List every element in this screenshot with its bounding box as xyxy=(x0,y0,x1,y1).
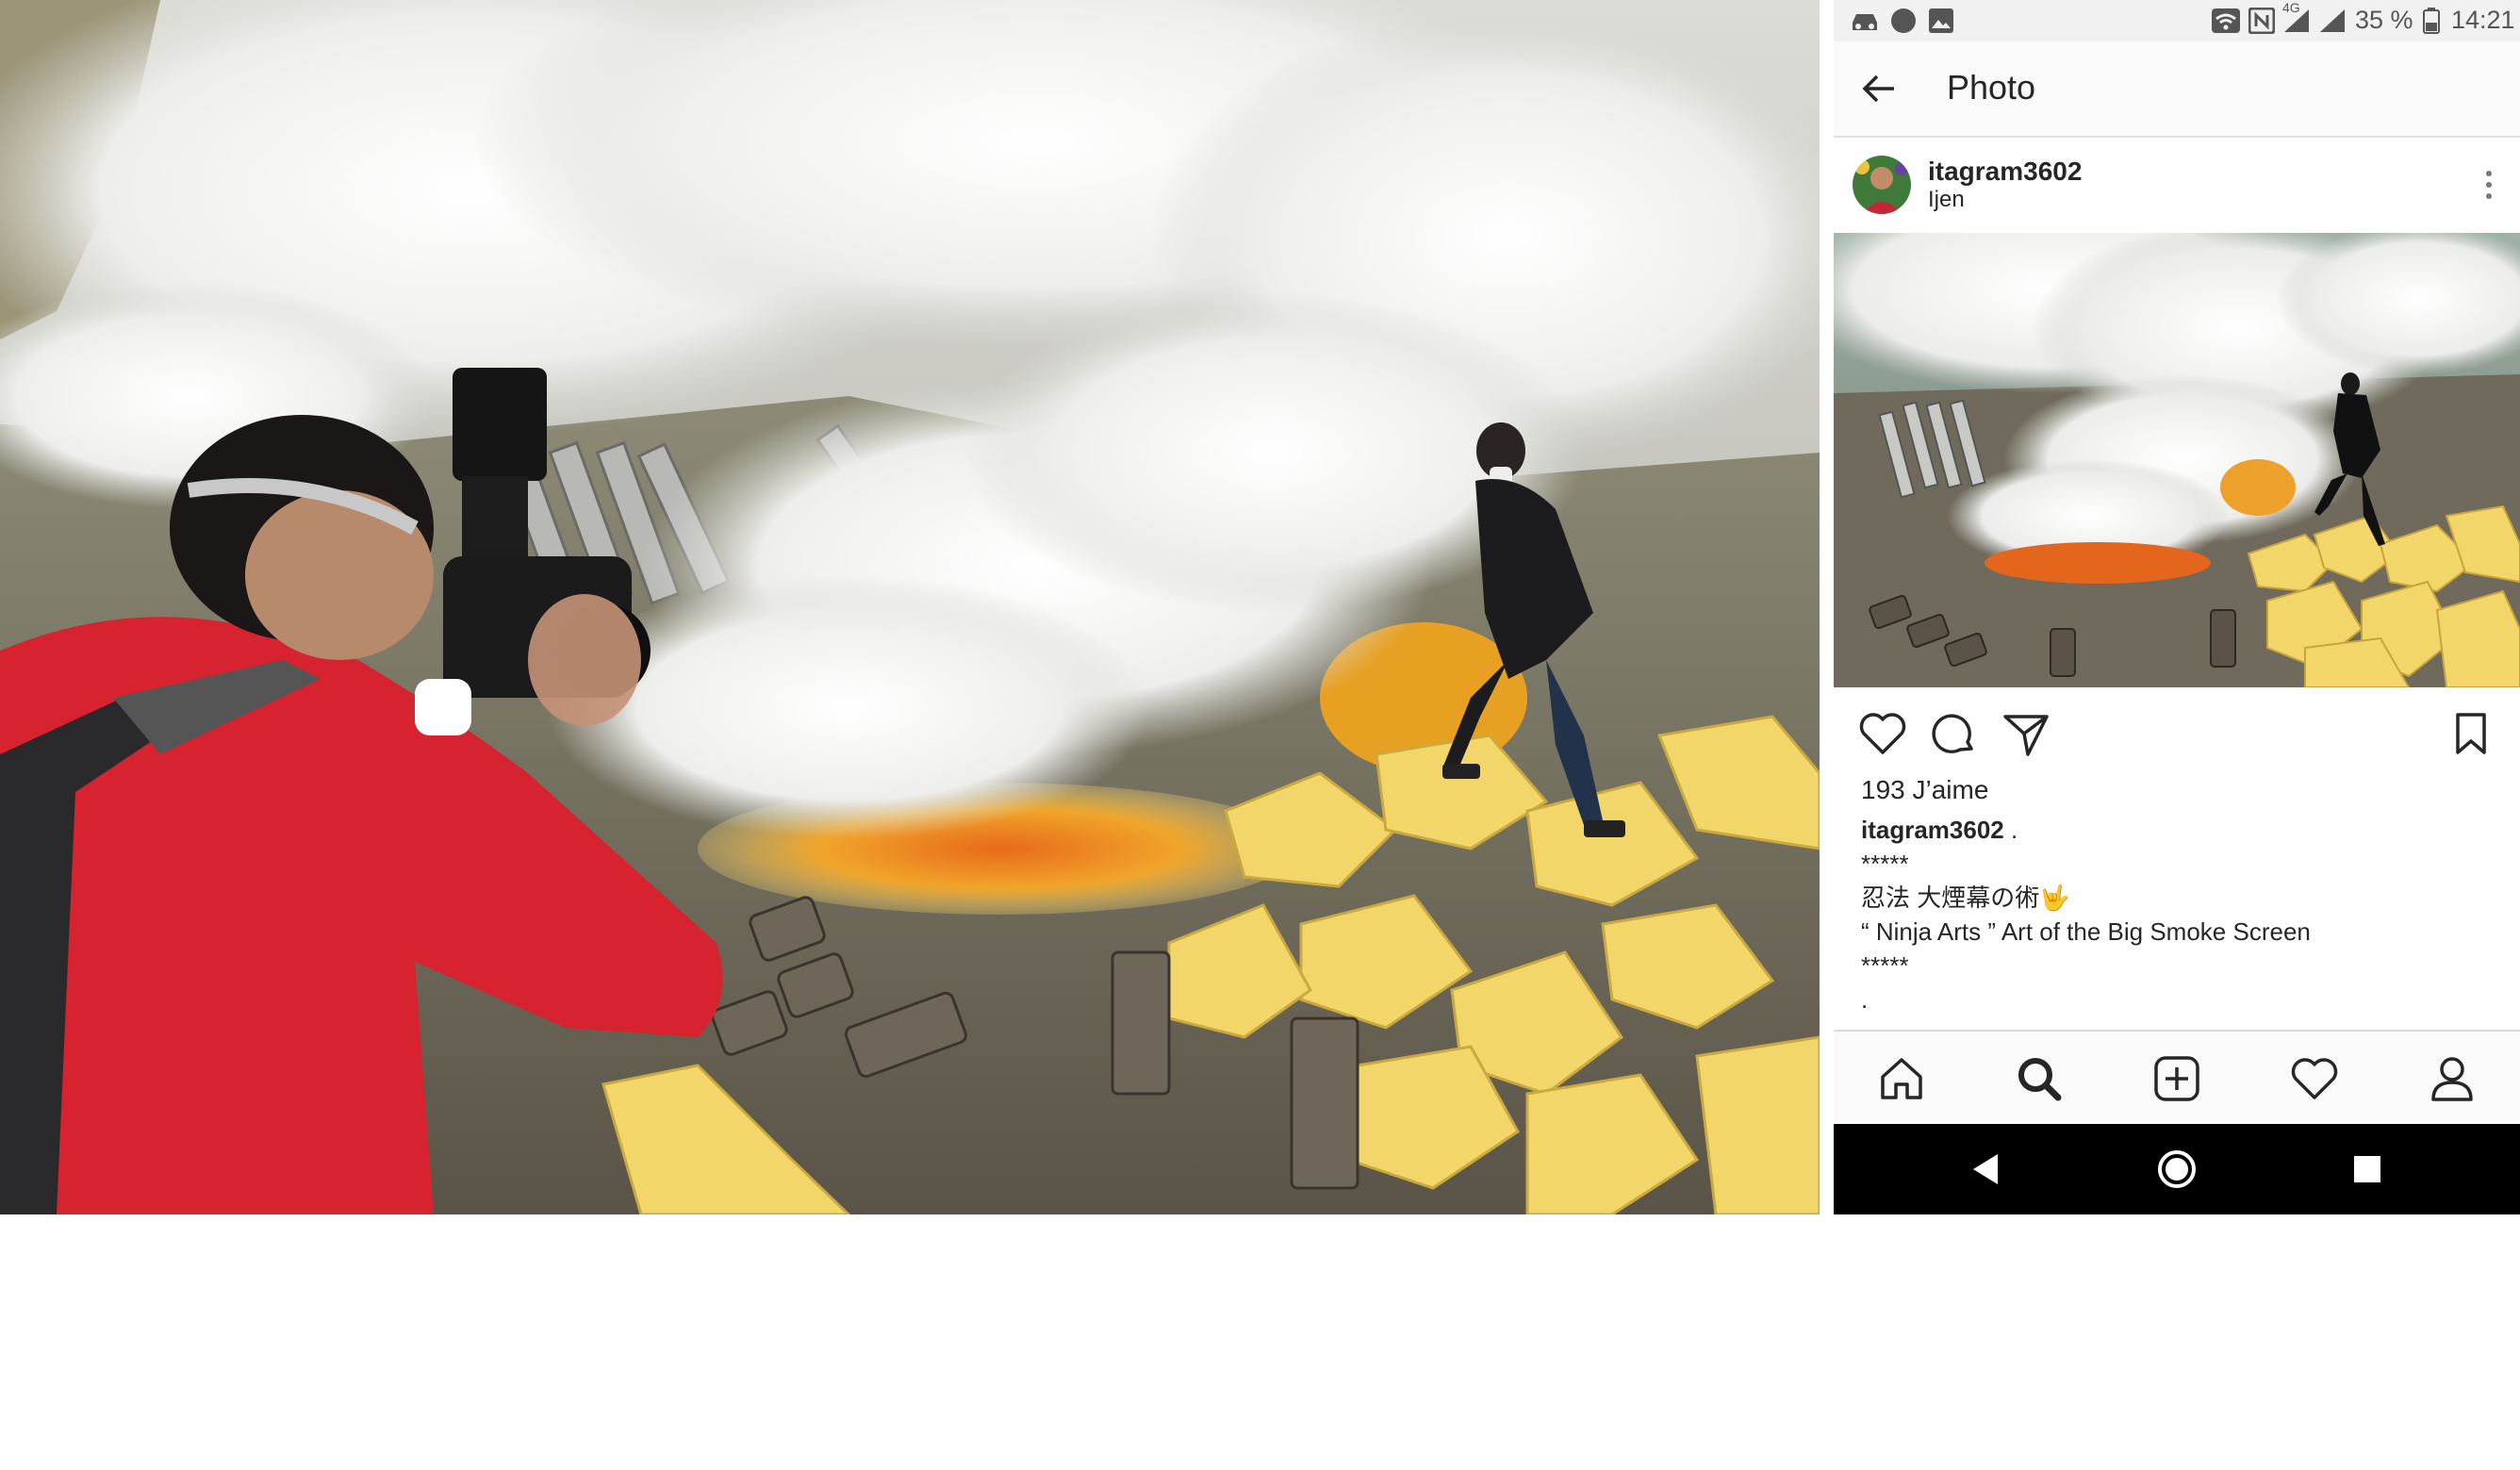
post-caption: itagram3602 . ***** 忍法 大煙幕の術🤟 “ Ninja Ar… xyxy=(1861,813,2502,1016)
post-header: itagram3602 Ijen xyxy=(1834,138,2520,232)
caption-line: . xyxy=(1861,985,1869,1014)
post-actions xyxy=(1834,698,2520,773)
wifi-icon xyxy=(2212,8,2240,33)
nfc-icon xyxy=(2248,8,2275,34)
profile-icon[interactable] xyxy=(2426,1052,2479,1105)
avatar[interactable] xyxy=(1853,156,1911,214)
share-icon[interactable] xyxy=(2000,707,2052,760)
activity-heart-icon[interactable] xyxy=(2288,1052,2341,1105)
bottom-navigation xyxy=(1834,1030,2520,1126)
post-username[interactable]: itagram3602 xyxy=(1928,157,2082,187)
battery-icon xyxy=(2423,8,2440,34)
instagram-phone-screenshot: 4G 35 % 14:21 Photo itagram3602 Ijen 193… xyxy=(1834,0,2520,1214)
car-icon xyxy=(1853,14,1877,30)
caption-after-user: . xyxy=(2003,816,2018,844)
add-icon[interactable] xyxy=(2150,1052,2203,1105)
home-circle-icon[interactable] xyxy=(2156,1148,2198,1190)
search-icon[interactable] xyxy=(2013,1052,2066,1105)
signal-icon xyxy=(2320,9,2345,32)
likes-count[interactable]: 193 J’aime xyxy=(1861,775,1988,805)
page-title: Photo xyxy=(1947,68,2036,107)
caption-line: “ Ninja Arts ” Art of the Big Smoke Scre… xyxy=(1861,917,2311,946)
back-arrow-icon[interactable] xyxy=(1860,70,1898,107)
heart-icon[interactable] xyxy=(1856,707,1909,760)
image-icon xyxy=(1929,8,1953,33)
recents-square-icon[interactable] xyxy=(2347,1148,2388,1190)
caption-line: ***** xyxy=(1861,951,1909,980)
status-bar: 4G 35 % 14:21 xyxy=(1834,0,2520,41)
home-icon[interactable] xyxy=(1875,1052,1928,1105)
more-options-icon[interactable] xyxy=(2484,166,2494,204)
comment-icon[interactable] xyxy=(1928,707,1981,760)
caption-username[interactable]: itagram3602 xyxy=(1861,816,2004,844)
caption-line: 忍法 大煙幕の術🤟 xyxy=(1861,884,2070,912)
back-triangle-icon[interactable] xyxy=(1966,1148,2007,1190)
sulfur-crater-scene xyxy=(0,0,1820,1214)
caption-line: ***** xyxy=(1861,850,1909,878)
app-bar: Photo xyxy=(1834,41,2520,138)
system-navigation-bar xyxy=(1834,1124,2520,1214)
circle-icon xyxy=(1891,8,1916,33)
battery-percent: 35 % xyxy=(2355,6,2413,34)
post-location[interactable]: Ijen xyxy=(1928,187,1965,213)
bookmark-icon[interactable] xyxy=(2445,707,2497,760)
caption-header-line: itagram3602 . xyxy=(1861,813,2502,847)
post-image[interactable] xyxy=(1834,233,2520,687)
signal-icon xyxy=(2284,9,2309,32)
clock-time: 14:21 xyxy=(2451,6,2515,34)
main-photo xyxy=(0,0,1820,1214)
